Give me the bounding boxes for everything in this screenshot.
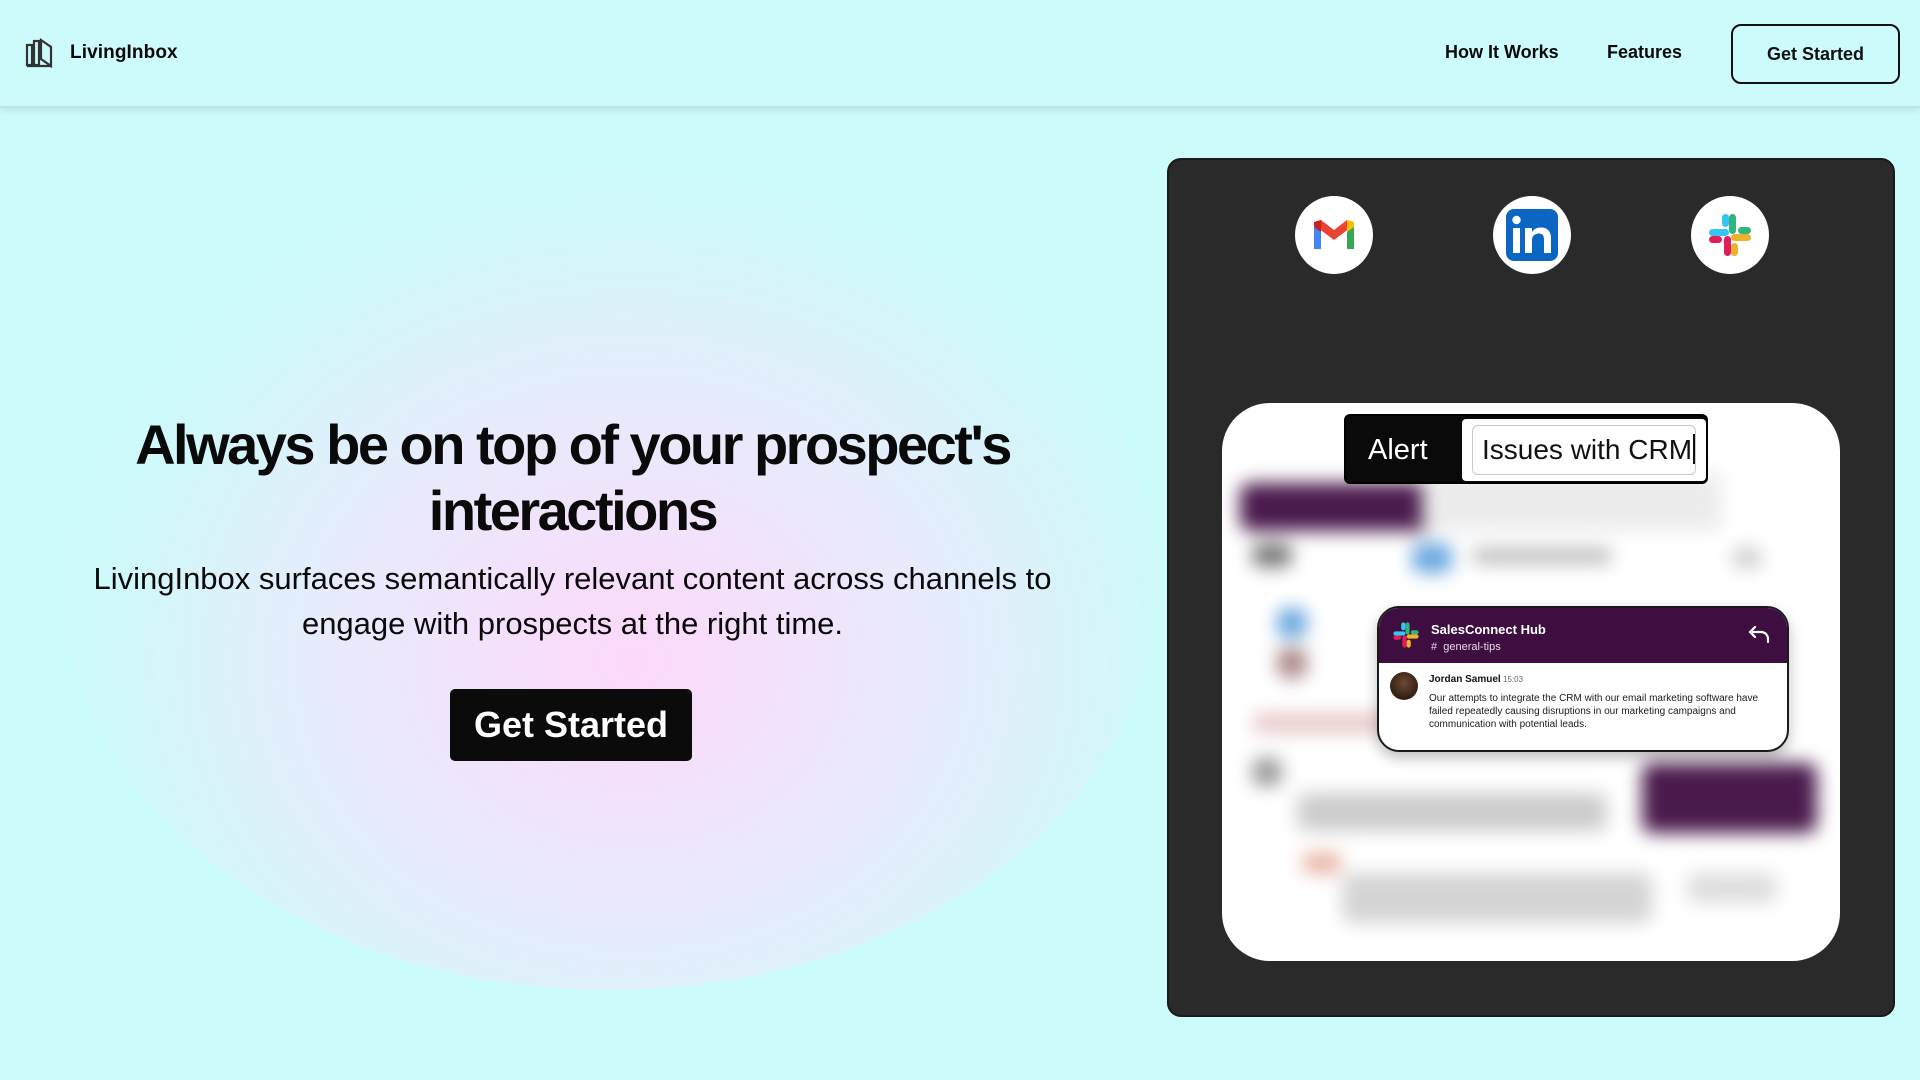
avatar [1390, 672, 1418, 700]
alert-label: Alert [1368, 434, 1428, 466]
logo[interactable]: LivingInbox [24, 36, 178, 70]
livinginbox-logo-icon [25, 37, 53, 69]
message-time: 15:03 [1503, 675, 1524, 684]
linkedin-icon [1493, 196, 1571, 274]
slack-channel-name: # general-tips [1431, 641, 1501, 653]
slack-small-icon [1393, 622, 1419, 648]
slack-icon [1691, 196, 1769, 274]
reply-icon[interactable] [1747, 624, 1771, 644]
slack-message-card: SalesConnect Hub # general-tips Jordan S… [1377, 606, 1789, 752]
alert-box: Alert Issues with CRM [1344, 414, 1708, 484]
slack-workspace-name: SalesConnect Hub [1431, 622, 1546, 637]
nav-how-it-works[interactable]: How It Works [1445, 42, 1559, 63]
message-text: Our attempts to integrate the CRM with o… [1429, 693, 1759, 730]
text-caret [1693, 434, 1696, 464]
alert-input-wrapper: Issues with CRM [1462, 419, 1706, 481]
slack-message-header: SalesConnect Hub # general-tips [1379, 608, 1787, 663]
site-header: LivingInbox How It Works Features Get St… [0, 0, 1920, 108]
hero-subtitle: LivingInbox surfaces semantically releva… [93, 561, 1052, 641]
alert-search-input[interactable]: Issues with CRM [1472, 425, 1696, 475]
nav-features[interactable]: Features [1607, 42, 1682, 63]
message-author: Jordan Samuel [1429, 674, 1501, 685]
logo-text: LivingInbox [70, 42, 178, 63]
hero-get-started-button[interactable]: Get Started [450, 689, 692, 761]
alert-input-value: Issues with CRM [1482, 434, 1693, 465]
slack-channel-text: general-tips [1443, 641, 1501, 653]
header-get-started-button[interactable]: Get Started [1731, 24, 1900, 84]
hero-title: Always be on top of your prospect's inte… [135, 413, 1012, 542]
gmail-icon [1295, 196, 1373, 274]
